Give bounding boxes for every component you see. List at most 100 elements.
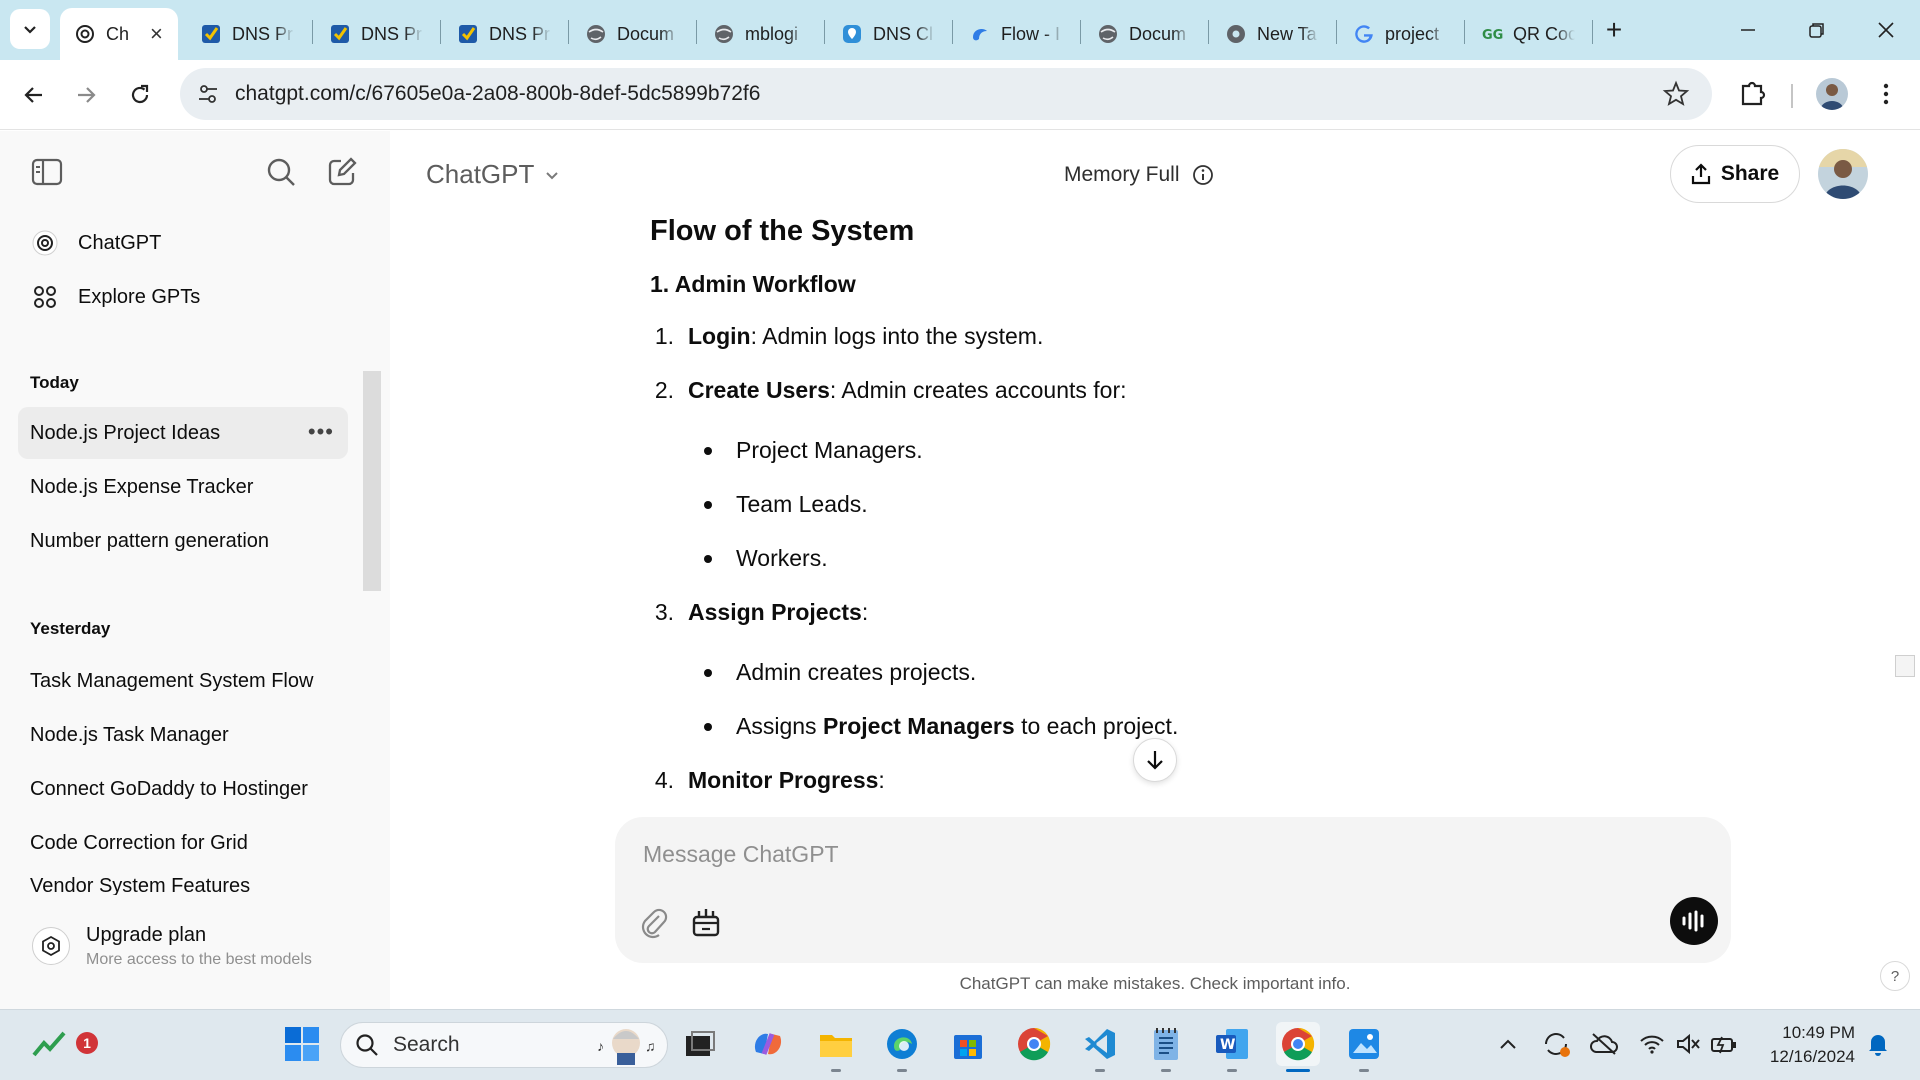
tab-mblogi[interactable]: mblogi xyxy=(699,8,821,60)
tab-google-project[interactable]: project xyxy=(1339,8,1461,60)
taskbar-copilot[interactable] xyxy=(746,1022,790,1066)
tab-dns-check[interactable]: DNS Cl xyxy=(827,8,949,60)
close-tab-icon[interactable]: × xyxy=(150,21,163,47)
upgrade-plan-button[interactable]: Upgrade plan More access to the best mod… xyxy=(18,911,368,981)
openai-icon xyxy=(30,228,60,258)
taskbar-photos[interactable] xyxy=(1342,1022,1386,1072)
back-button[interactable] xyxy=(14,75,54,115)
message-heading: Flow of the System xyxy=(650,215,915,247)
chat-title: Code Correction for Grid xyxy=(30,831,248,854)
chat-history-item[interactable]: Node.js Task Manager xyxy=(18,709,348,761)
site-settings-icon[interactable] xyxy=(196,82,220,106)
voice-mode-button[interactable] xyxy=(1670,897,1718,945)
taskbar-search[interactable]: Search ♪ ♫ xyxy=(340,1022,668,1068)
step-title: Login xyxy=(688,323,751,349)
extensions-button[interactable] xyxy=(1735,76,1771,112)
notification-center-button[interactable] xyxy=(1862,1028,1894,1060)
chat-history-item[interactable]: Node.js Expense Tracker xyxy=(18,461,348,513)
taskbar-word[interactable]: W xyxy=(1210,1022,1254,1072)
tab-separator xyxy=(824,20,825,44)
tray-volume[interactable] xyxy=(1672,1028,1704,1060)
model-selector[interactable]: ChatGPT xyxy=(426,159,560,190)
tab-separator xyxy=(312,20,313,44)
browser-menu-button[interactable] xyxy=(1870,78,1902,110)
tray-battery[interactable] xyxy=(1708,1028,1740,1060)
message-input[interactable]: Message ChatGPT xyxy=(643,841,839,868)
reload-button[interactable] xyxy=(120,75,160,115)
tab-separator xyxy=(1336,20,1337,44)
tab-document-1[interactable]: Docum xyxy=(571,8,693,60)
tab-document-2[interactable]: Docum xyxy=(1083,8,1205,60)
restore-button[interactable] xyxy=(1797,10,1837,50)
browser-profile-avatar[interactable] xyxy=(1816,78,1848,110)
toggle-sidebar-button[interactable] xyxy=(28,153,66,191)
start-button[interactable] xyxy=(280,1022,324,1066)
chat-history-item[interactable]: Code Correction for Grid xyxy=(18,817,348,869)
bookmark-star-icon[interactable] xyxy=(1662,80,1690,108)
sidebar-item-chatgpt[interactable]: ChatGPT xyxy=(18,217,348,269)
scroll-to-bottom-button[interactable] xyxy=(1133,738,1177,782)
taskbar-file-explorer[interactable] xyxy=(814,1022,858,1072)
address-bar[interactable]: chatgpt.com/c/67605e0a-2a08-800b-8def-5d… xyxy=(180,68,1712,120)
share-icon xyxy=(1691,163,1710,185)
taskbar-chrome[interactable] xyxy=(1012,1022,1056,1066)
step-text: : xyxy=(878,767,885,793)
tab-separator xyxy=(1592,20,1593,44)
chat-history-item[interactable]: Connect GoDaddy to Hostinger xyxy=(18,763,348,815)
tray-wifi[interactable] xyxy=(1636,1028,1668,1060)
tab-new-tab[interactable]: New Ta xyxy=(1211,8,1333,60)
globe-icon xyxy=(1097,23,1119,45)
new-tab-button[interactable]: + xyxy=(1598,14,1630,46)
chevron-down-icon xyxy=(24,26,36,34)
taskbar-vscode[interactable] xyxy=(1078,1022,1122,1072)
forward-button[interactable] xyxy=(66,75,106,115)
tab-dns-1[interactable]: DNS Pr xyxy=(186,8,308,60)
scrollbar-thumb[interactable] xyxy=(363,371,381,591)
taskbar-notepad[interactable] xyxy=(1144,1022,1188,1072)
tab-separator xyxy=(1080,20,1081,44)
tray-sync[interactable] xyxy=(1540,1028,1572,1060)
share-button[interactable]: Share xyxy=(1670,145,1800,203)
help-button[interactable]: ? xyxy=(1880,961,1910,991)
search-chats-button[interactable] xyxy=(262,153,300,191)
tab-label: DNS Pr xyxy=(232,23,294,44)
taskbar-store[interactable] xyxy=(946,1022,990,1066)
puzzle-icon xyxy=(1741,81,1766,106)
tray-onedrive[interactable] xyxy=(1588,1028,1620,1060)
tab-flow[interactable]: Flow - I xyxy=(955,8,1077,60)
taskbar-clock[interactable]: 10:49 PM 12/16/2024 xyxy=(1755,1021,1855,1069)
show-hidden-icons-button[interactable] xyxy=(1492,1028,1524,1060)
close-window-button[interactable] xyxy=(1866,10,1906,50)
chat-history-item[interactable]: Vendor System Features xyxy=(18,871,348,895)
memory-status[interactable]: Memory Full xyxy=(1064,163,1214,187)
sidebar-scrollbar[interactable] xyxy=(361,241,383,591)
tab-search-button[interactable] xyxy=(10,9,50,49)
chat-history-item[interactable]: Number pattern generation xyxy=(18,515,348,567)
chat-history-item[interactable]: Task Management System Flow xyxy=(18,655,348,707)
section-title-yesterday: Yesterday xyxy=(30,619,111,638)
tab-chatgpt[interactable]: Ch × xyxy=(60,8,178,60)
chat-title: Vendor System Features xyxy=(30,875,251,895)
tab-dns-3[interactable]: DNS Pr xyxy=(443,8,565,60)
minimize-button[interactable] xyxy=(1728,10,1768,50)
chat-options-button[interactable]: ••• xyxy=(308,419,334,445)
page-scrollbar-thumb[interactable] xyxy=(1895,655,1915,677)
sidebar-item-explore-gpts[interactable]: Explore GPTs xyxy=(18,271,348,323)
chat-history-item[interactable]: Node.js Project Ideas ••• xyxy=(18,407,348,459)
taskbar-edge[interactable] xyxy=(880,1022,924,1072)
chrome-icon xyxy=(1282,1027,1315,1061)
tools-icon[interactable] xyxy=(690,905,722,939)
list-number: 1. xyxy=(654,323,674,349)
toolbar-divider xyxy=(1791,84,1793,108)
tab-qr-code[interactable]: GG QR Coc xyxy=(1467,8,1589,60)
bullet-dot xyxy=(704,555,712,563)
taskbar-task-view[interactable] xyxy=(678,1022,722,1066)
copilot-icon xyxy=(754,1033,782,1055)
taskbar-stocks-widget[interactable]: 1 xyxy=(28,1022,98,1066)
tab-dns-2[interactable]: DNS Pr xyxy=(315,8,437,60)
chat-title: Task Management System Flow xyxy=(30,669,314,692)
paperclip-icon[interactable] xyxy=(639,907,669,941)
taskbar-chrome-active[interactable] xyxy=(1276,1022,1320,1072)
user-avatar[interactable] xyxy=(1818,149,1868,199)
new-chat-button[interactable] xyxy=(323,153,361,191)
